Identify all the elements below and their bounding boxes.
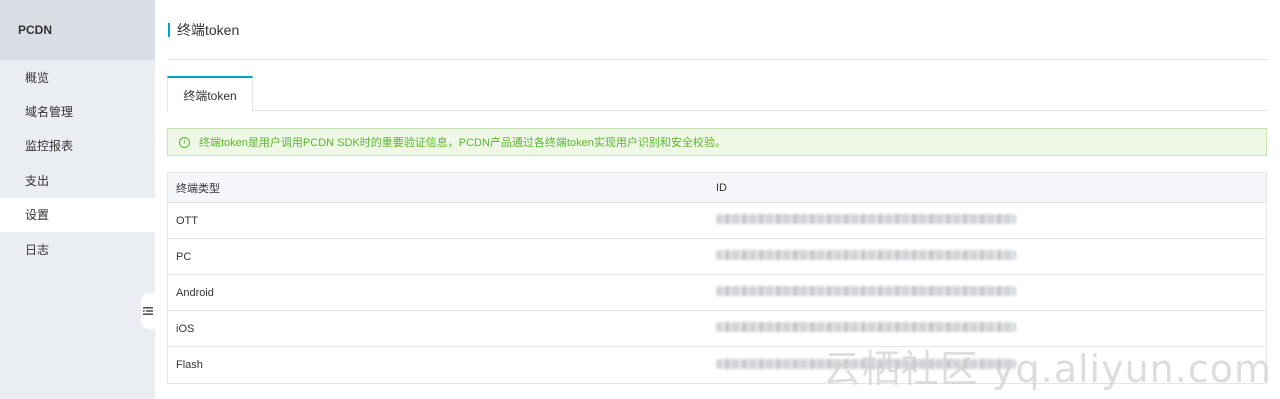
terminal-type-cell: iOS: [176, 322, 195, 335]
column-header-terminal-type: 终端类型: [176, 182, 220, 195]
token-id-cell: [716, 286, 1266, 299]
table-row: PC: [168, 239, 1266, 275]
sidebar-item-label: 支出: [25, 173, 50, 188]
terminal-type-cell: Flash: [176, 359, 203, 371]
sidebar-item-billing[interactable]: 支出: [0, 163, 155, 198]
sidebar-item-domain-management[interactable]: 域名管理: [0, 94, 155, 129]
sidebar-item-overview[interactable]: 概览: [0, 60, 155, 94]
sidebar-item-settings[interactable]: 设置: [0, 197, 155, 232]
sidebar-nav: 概览 域名管理 监控报表 支出 设置 日志: [0, 60, 155, 267]
token-id-cell: [716, 250, 1266, 263]
sidebar-item-label: 概览: [25, 70, 50, 85]
title-accent-bar: [168, 23, 170, 37]
column-header-id: ID: [716, 181, 727, 194]
token-id-cell: [716, 322, 1266, 335]
info-notice: i 终端token是用户调用PCDN SDK时的重要验证信息，PCDN产品通过各…: [167, 128, 1267, 156]
collapse-menu-icon: [143, 307, 153, 315]
redacted-token: [716, 286, 1016, 296]
terminal-type-cell: Android: [176, 286, 214, 299]
sidebar-item-label: 日志: [25, 242, 50, 257]
page-header: 终端token: [168, 18, 239, 42]
tab-bar: 终端token: [167, 76, 1267, 112]
redacted-token: [716, 322, 1016, 332]
token-id-cell: [716, 214, 1266, 227]
sidebar: PCDN 概览 域名管理 监控报表 支出 设置 日志: [0, 0, 155, 399]
header-divider: [168, 59, 1268, 60]
sidebar-item-label: 监控报表: [25, 139, 74, 154]
sidebar-item-label: 域名管理: [25, 104, 74, 119]
table-header: 终端类型 ID: [168, 173, 1266, 203]
table-row: OTT: [168, 203, 1266, 239]
terminal-type-cell: PC: [176, 250, 192, 263]
notice-text: 终端token是用户调用PCDN SDK时的重要验证信息，PCDN产品通过各终端…: [199, 137, 726, 149]
redacted-token: [716, 214, 1016, 224]
sidebar-item-monitoring-reports[interactable]: 监控报表: [0, 129, 155, 164]
redacted-token: [716, 250, 1016, 260]
terminal-type-cell: OTT: [176, 214, 198, 227]
tab-terminal-token[interactable]: 终端token: [167, 76, 253, 112]
sidebar-item-logs[interactable]: 日志: [0, 232, 155, 267]
sidebar-item-label: 设置: [25, 208, 50, 223]
watermark: 云栖社区 yq.aliyun.com: [822, 347, 1272, 391]
page-title: 终端token: [177, 22, 240, 38]
sidebar-collapse-button[interactable]: [141, 293, 155, 329]
table-row: Android: [168, 275, 1266, 311]
info-icon: i: [179, 136, 190, 148]
sidebar-title[interactable]: PCDN: [0, 0, 155, 60]
